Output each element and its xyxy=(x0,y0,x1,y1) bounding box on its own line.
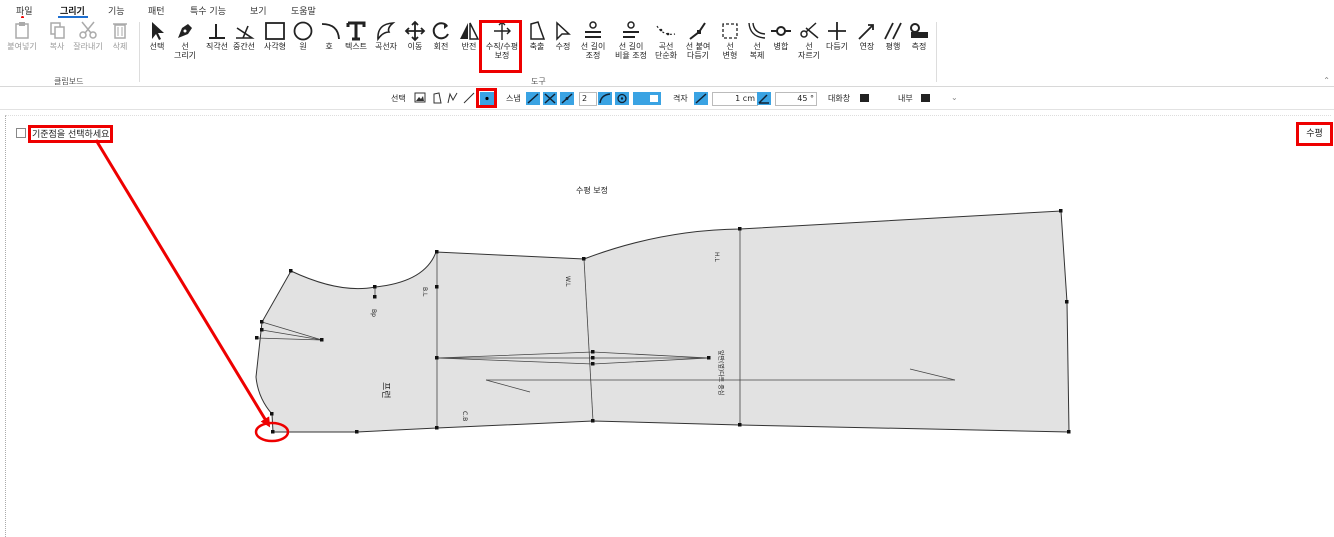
side-dart-label: 앞판(옆)다트 중심 xyxy=(717,350,725,395)
bust-line-label: B.L xyxy=(421,287,428,297)
pattern-piece-outline[interactable] xyxy=(255,210,1070,433)
hip-line-label: H.L xyxy=(713,252,720,262)
waist-line-label: W.L xyxy=(564,276,571,287)
front-label: 프런 xyxy=(380,382,391,399)
bust-point-label: Bp xyxy=(370,309,377,317)
center-back-label: C.B xyxy=(461,411,468,421)
annotation-arrow xyxy=(94,139,271,428)
pattern-drawing: Bp B.L W.L H.L C.B 프런 앞판(옆)다트 중심 xyxy=(94,139,1071,443)
